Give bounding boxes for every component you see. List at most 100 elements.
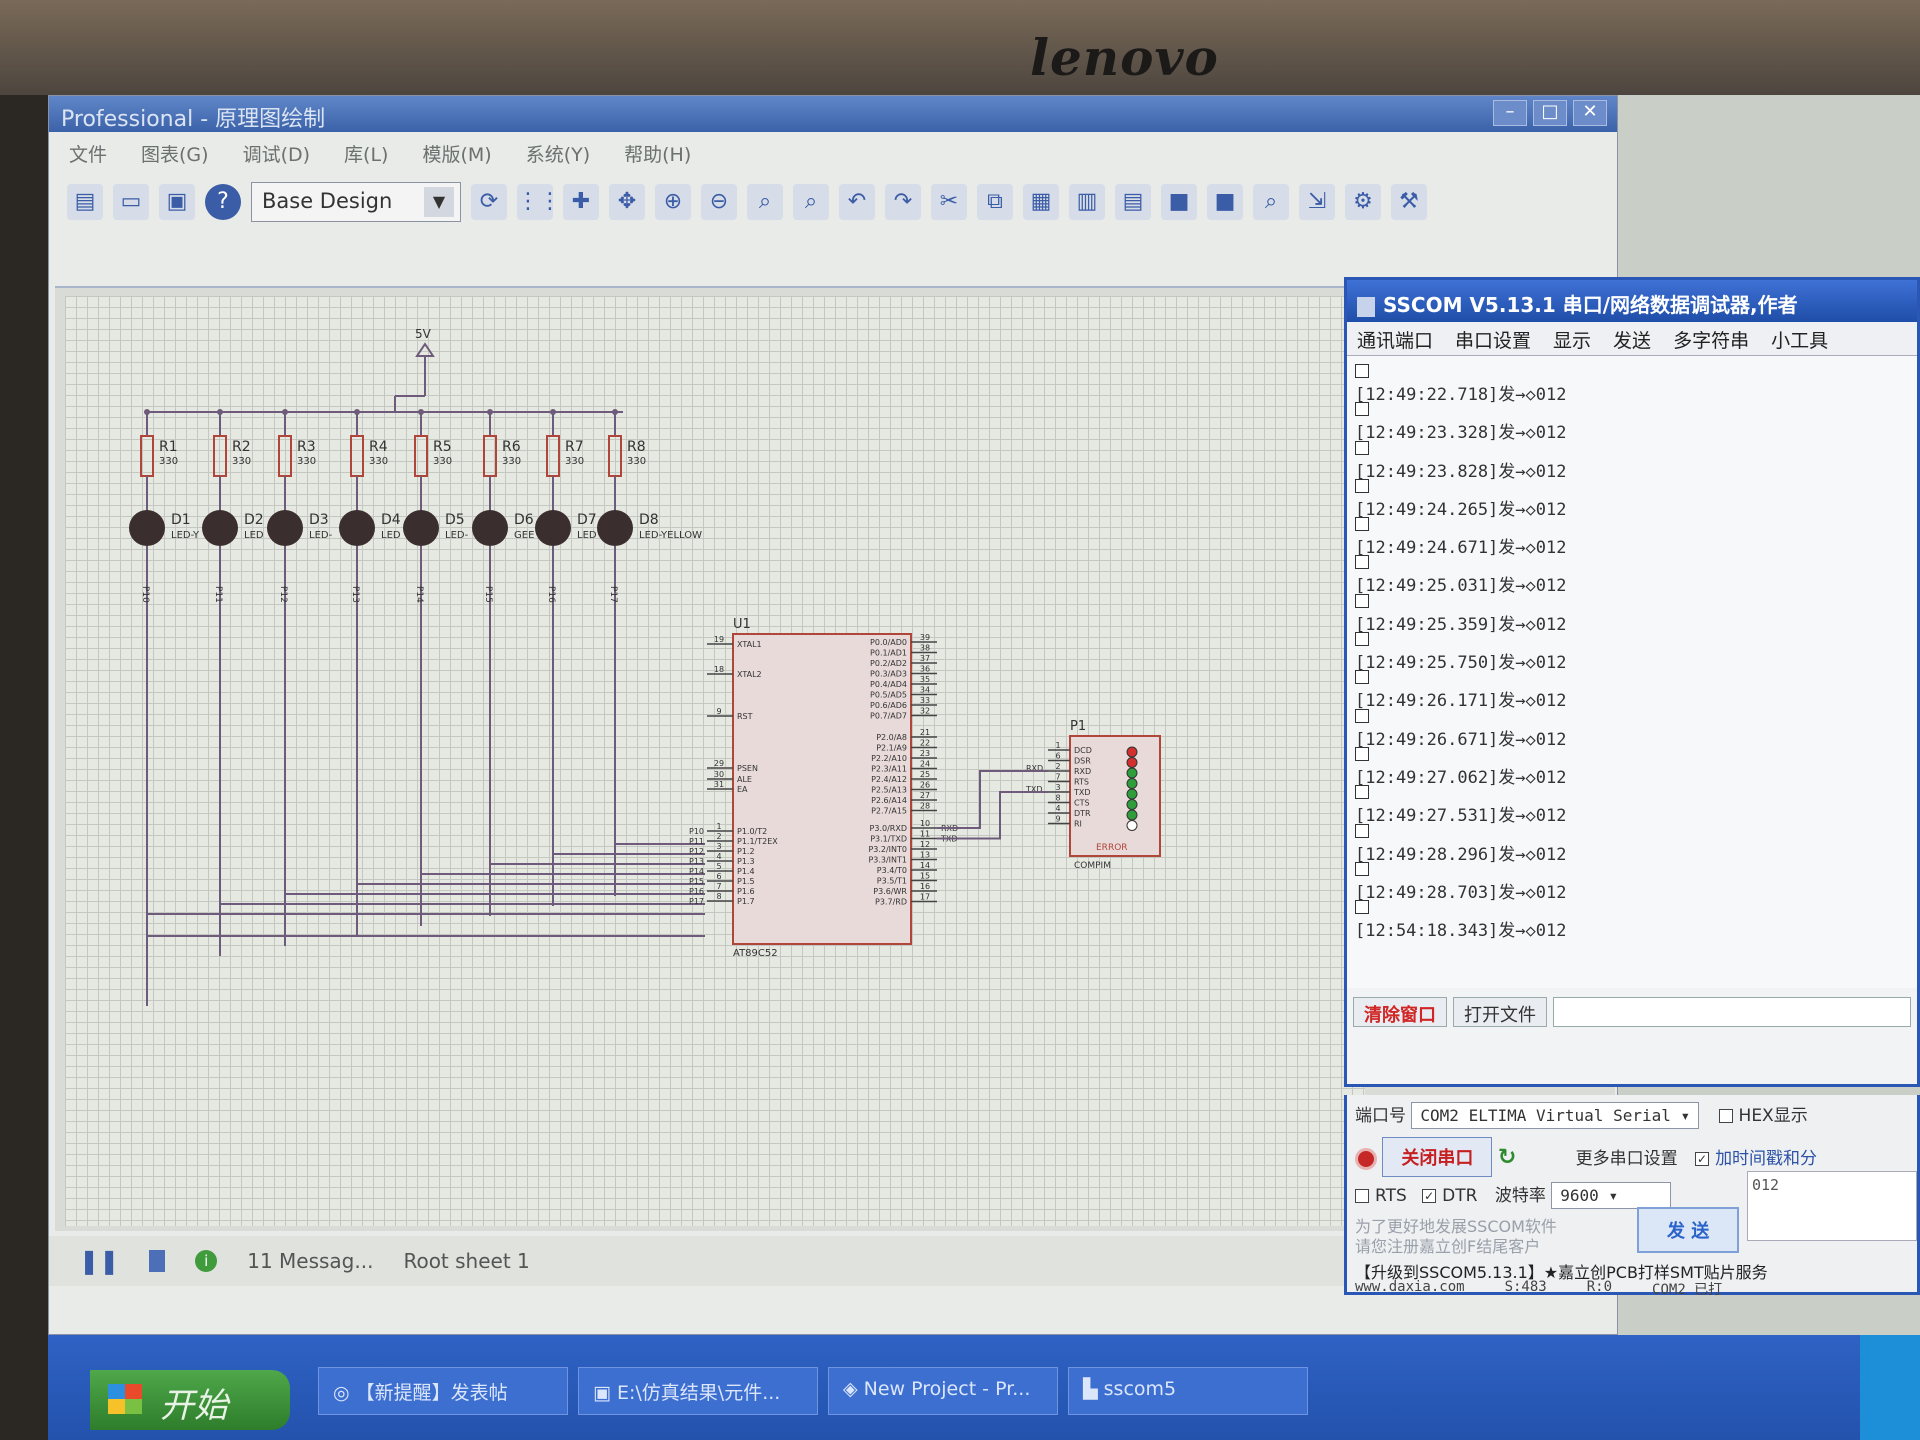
led-body[interactable] [129,510,165,546]
system-tray[interactable] [1860,1335,1920,1440]
cut-icon[interactable]: ✂ [931,184,967,220]
menu-file[interactable]: 文件 [69,140,107,166]
resistor-body[interactable] [213,435,227,477]
block-rotate-icon[interactable]: ■ [1161,184,1197,220]
package-tool-icon[interactable]: ⚙ [1345,184,1381,220]
led-body[interactable] [597,510,633,546]
new-file-icon[interactable]: ▤ [67,184,103,220]
log-line-checkbox[interactable] [1355,593,1369,608]
tab-send[interactable]: 发送 [1613,326,1651,352]
rts-checkbox[interactable] [1355,1189,1369,1203]
stop-icon[interactable] [149,1250,166,1272]
tab-display[interactable]: 显示 [1553,326,1591,352]
menu-help[interactable]: 帮助(H) [624,140,691,166]
origin-icon[interactable]: ✚ [563,184,599,220]
schematic-canvas[interactable]: 5V R1 330 R2 330 R3 330 R4 330 R5 330 R6 330 R7 330 R8… [65,296,1365,1226]
log-line-checkbox[interactable] [1355,402,1369,417]
task-browser[interactable]: ◎ 【新提醒】发表帖 [318,1367,568,1415]
mcu-u1[interactable]: U1AT89C5219XTAL118XTAL29RST29PSEN30ALE31… [689,617,958,959]
resistor-body[interactable] [140,435,154,477]
open-file-button[interactable]: 打开文件 [1453,997,1547,1027]
log-line-checkbox[interactable] [1355,517,1369,532]
baud-select[interactable]: 9600 ▾ [1551,1182,1672,1209]
task-explorer[interactable]: ▣ E:\仿真结果\元件... [578,1367,818,1415]
tab-multi-string[interactable]: 多字符串 [1673,326,1749,352]
log-line-checkbox[interactable] [1355,440,1369,455]
send-button[interactable]: 发 送 [1637,1207,1740,1253]
log-line-checkbox[interactable] [1355,555,1369,570]
block-delete-icon[interactable]: ■ [1207,184,1243,220]
resistor-body[interactable] [350,435,364,477]
tab-port[interactable]: 通讯端口 [1357,326,1433,352]
tab-serial-settings[interactable]: 串口设置 [1455,326,1531,352]
log-line-checkbox[interactable] [1355,746,1369,761]
zoom-in-icon[interactable]: ⊕ [655,184,691,220]
minimize-button[interactable]: – [1493,100,1527,126]
led-body[interactable] [339,510,375,546]
open-file-icon[interactable]: ▭ [113,184,149,220]
close-port-button[interactable]: 关闭串口 [1382,1137,1493,1177]
hex-display-checkbox[interactable] [1718,1109,1733,1123]
menu-system[interactable]: 系统(Y) [526,140,590,166]
resistor-body[interactable] [546,435,560,477]
log-line-checkbox[interactable] [1355,785,1369,800]
task-sscom[interactable]: ▙ sscom5 [1068,1367,1308,1415]
zoom-out-icon[interactable]: ⊖ [701,184,737,220]
decompose-icon[interactable]: ⚒ [1391,184,1427,220]
help-icon[interactable]: ? [205,184,241,220]
refresh-icon[interactable]: ↻ [1498,1145,1516,1170]
block-copy-icon[interactable]: ▥ [1069,184,1105,220]
menu-template[interactable]: 模版(M) [422,140,491,166]
copy-icon[interactable]: ⧉ [977,184,1013,220]
resistor-body[interactable] [278,435,292,477]
more-settings-link[interactable]: 更多串口设置 [1576,1149,1678,1169]
send-text-input[interactable]: 012 [1747,1171,1917,1241]
log-line-checkbox[interactable] [1355,900,1369,915]
led-body[interactable] [472,510,508,546]
close-button[interactable]: ✕ [1573,100,1607,126]
log-line-checkbox[interactable] [1355,823,1369,838]
zoom-area-icon[interactable]: ⌕ [793,184,829,220]
website-link[interactable]: www.daxia.com [1355,1279,1465,1299]
com-port-p1[interactable]: P1 COMPIM 1 DCD 6 DSR 2 RXD 7 RTS 3 TXD 8 CTS 4 DTR 9 RI E… [937,719,1161,871]
message-count[interactable]: 11 Messag... [247,1249,373,1273]
task-proteus[interactable]: ◈ New Project - Pr... [828,1367,1058,1415]
pan-icon[interactable]: ✥ [609,184,645,220]
led-body[interactable] [535,510,571,546]
pause-icon[interactable]: ❚❚ [79,1247,119,1275]
refresh-icon[interactable]: ⟳ [471,184,507,220]
info-icon[interactable]: i [195,1250,218,1272]
log-line-checkbox[interactable] [1355,708,1369,723]
block-move-icon[interactable]: ▤ [1115,184,1151,220]
resistor-body[interactable] [414,435,428,477]
log-line-checkbox[interactable] [1355,364,1369,378]
clear-window-button[interactable]: 清除窗口 [1353,997,1447,1027]
dtr-checkbox[interactable]: ✓ [1422,1189,1437,1203]
receive-log[interactable]: [12:49:22.718]发→◇012 [12:49:23.328]发→◇012… [1347,356,1917,988]
log-line-checkbox[interactable] [1355,861,1369,876]
redo-icon[interactable]: ↷ [885,184,921,220]
timestamp-checkbox[interactable]: ✓ [1695,1152,1710,1166]
grid-icon[interactable]: ⋮⋮ [517,184,561,220]
make-device-icon[interactable]: ⇲ [1299,184,1335,220]
led-body[interactable] [202,510,238,546]
led-body[interactable] [267,510,303,546]
log-line-checkbox[interactable] [1355,670,1369,685]
menu-graph[interactable]: 图表(G) [141,140,209,166]
tab-tools[interactable]: 小工具 [1771,326,1828,352]
save-icon[interactable]: ▣ [159,184,195,220]
pick-device-icon[interactable]: ⌕ [1253,184,1289,220]
menu-library[interactable]: 库(L) [344,140,388,166]
port-select[interactable]: COM2 ELTIMA Virtual Serial ▾ [1411,1102,1700,1129]
paste-icon[interactable]: ▦ [1023,184,1059,220]
zoom-all-icon[interactable]: ⌕ [747,184,783,220]
resistor-body[interactable] [483,435,497,477]
power-terminal[interactable]: 5V [394,327,435,412]
file-path-input[interactable] [1553,997,1911,1027]
log-line-checkbox[interactable] [1355,632,1369,647]
start-button[interactable]: 开始 [90,1370,290,1430]
undo-icon[interactable]: ↶ [839,184,875,220]
maximize-button[interactable]: □ [1533,100,1567,126]
design-variant-select[interactable]: Base Design ▼ [251,182,461,222]
resistor-body[interactable] [608,435,622,477]
